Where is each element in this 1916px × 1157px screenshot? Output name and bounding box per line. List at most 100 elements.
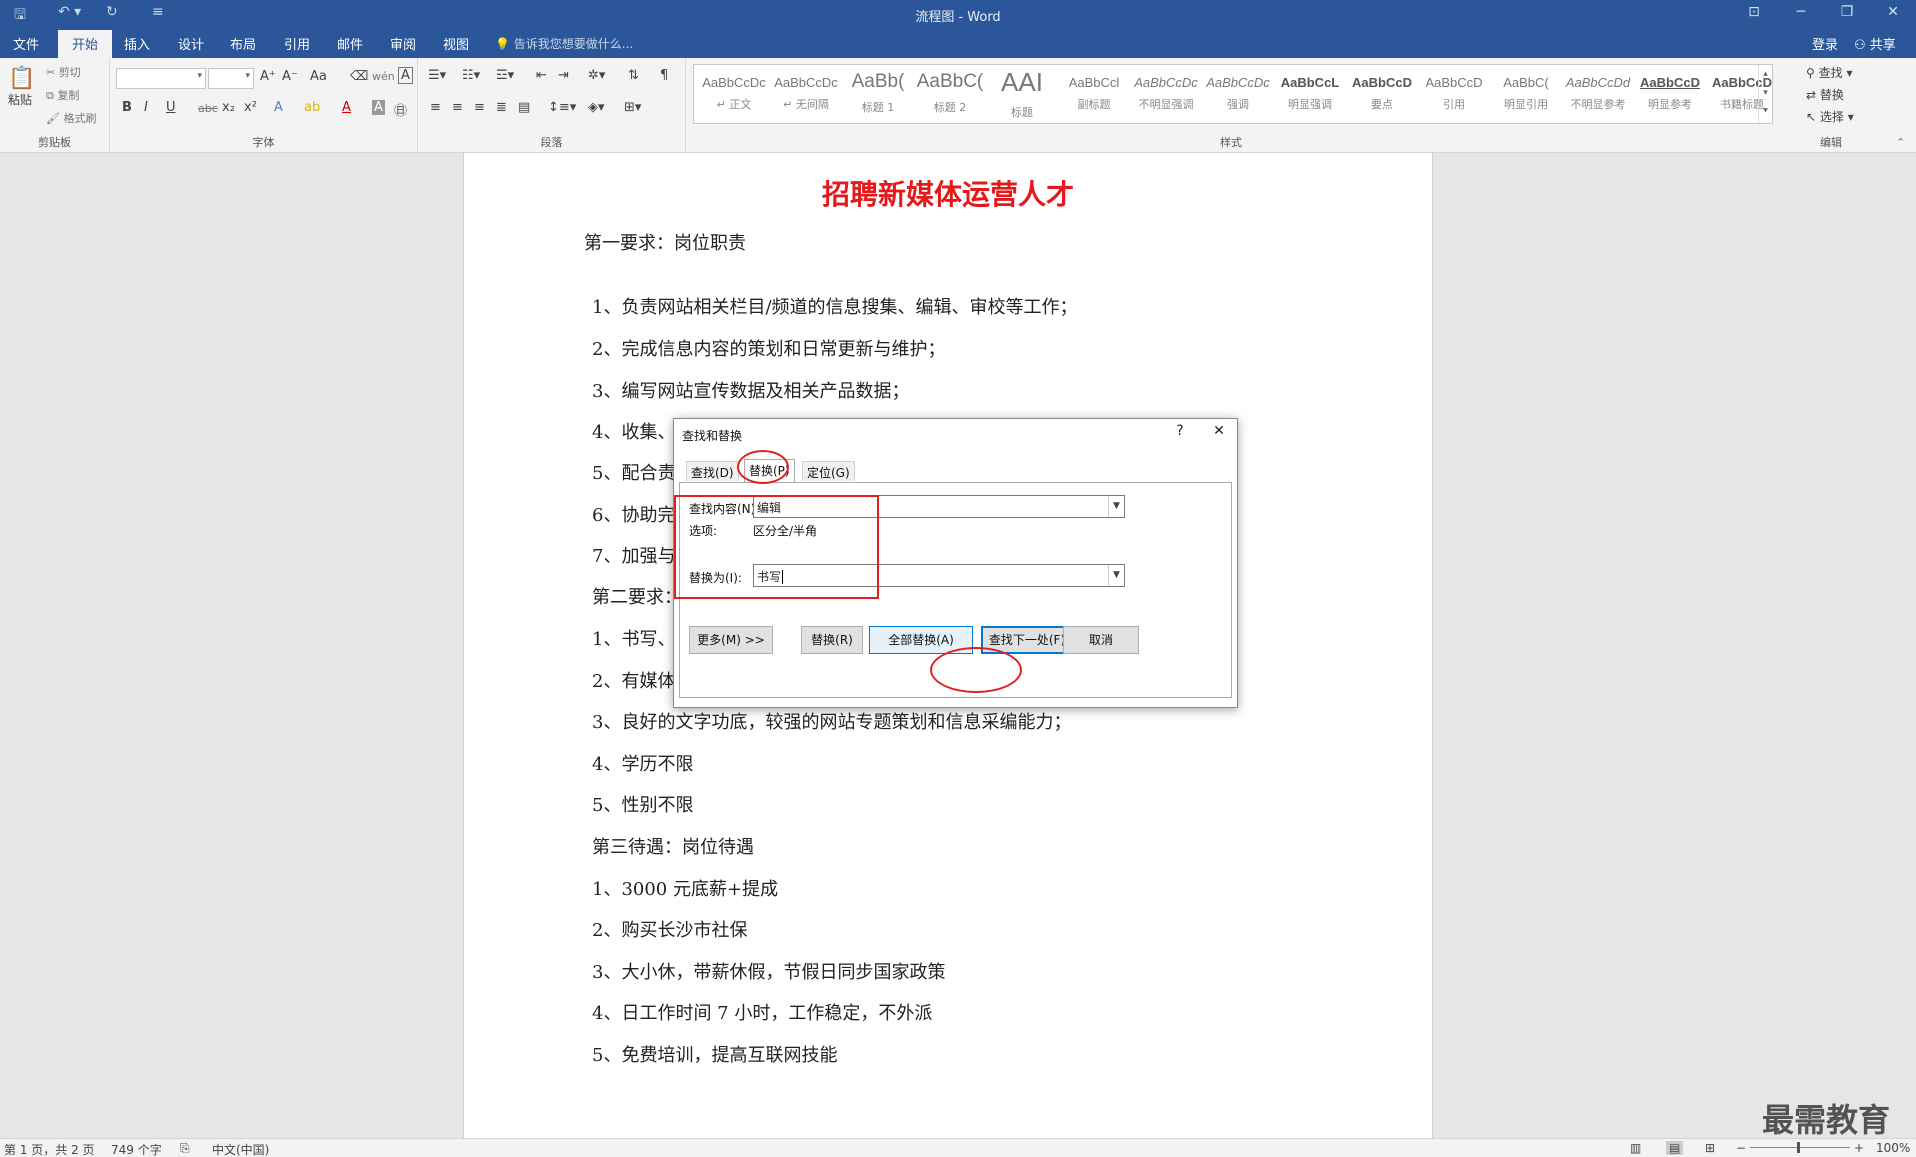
copy-button[interactable]: ⧉ 复制 <box>46 87 79 103</box>
tab-references[interactable]: 引用 <box>284 34 310 53</box>
font-name-combo[interactable]: ▾ <box>116 68 206 89</box>
subscript-button[interactable]: x₂ <box>222 100 235 115</box>
align-right-icon[interactable]: ≡ <box>474 100 485 115</box>
find-next-button[interactable]: 查找下一处(F) <box>981 626 1073 654</box>
sort-icon[interactable]: ⇅ <box>628 68 639 83</box>
style-gallery-item[interactable]: AaBbC(明显引用 <box>1490 67 1562 123</box>
increase-indent-icon[interactable]: ⇥ <box>558 68 569 83</box>
zoom-out-icon[interactable]: − <box>1736 1141 1746 1155</box>
multilevel-list-icon[interactable]: ☲▾ <box>496 68 514 83</box>
superscript-button[interactable]: x² <box>244 100 257 115</box>
ribbon-display-icon[interactable]: ⊡ <box>1739 4 1769 20</box>
replace-button[interactable]: ⇄ 替换 <box>1806 86 1844 103</box>
word-count[interactable]: 749 个字 <box>111 1141 162 1157</box>
find-button[interactable]: ⚲ 查找 ▾ <box>1806 64 1852 81</box>
justify-icon[interactable]: ≣ <box>496 100 507 115</box>
style-gallery-item[interactable]: AaBb(标题 1 <box>842 67 914 123</box>
tab-review[interactable]: 审阅 <box>390 34 416 53</box>
replace-one-button[interactable]: 替换(R) <box>801 626 863 654</box>
replace-with-input[interactable]: 书写 ▼ <box>753 564 1125 587</box>
chevron-down-icon[interactable]: ▼ <box>1108 565 1124 586</box>
tab-replace[interactable]: 替换(P) <box>744 459 795 483</box>
tab-layout[interactable]: 布局 <box>230 34 256 53</box>
phonetic-button[interactable]: wén <box>372 70 395 83</box>
style-gallery-item[interactable]: AaBbCcL 明显强调 <box>1274 67 1346 123</box>
print-layout-icon[interactable]: ▤ <box>1666 1141 1684 1155</box>
style-gallery-item[interactable]: AaBbCcDc 强调 <box>1202 67 1274 123</box>
proofing-icon[interactable]: ⎘ <box>180 1141 190 1156</box>
style-gallery-item[interactable]: AaBbC(标题 2 <box>914 67 986 123</box>
help-icon[interactable]: ? <box>1168 423 1192 439</box>
format-painter-button[interactable]: 🖌 格式刷 <box>46 110 96 126</box>
style-gallery-item[interactable]: AaBbCcD 引用 <box>1418 67 1490 123</box>
zoom-slider-thumb[interactable] <box>1797 1142 1800 1153</box>
dialog-close-icon[interactable]: ✕ <box>1207 423 1231 439</box>
underline-button[interactable]: U <box>166 100 176 115</box>
distributed-icon[interactable]: ▤ <box>518 100 530 115</box>
language-status[interactable]: 中文(中国) <box>212 1141 269 1157</box>
chevron-down-icon[interactable]: ▼ <box>1108 496 1124 517</box>
gallery-scroll-icon[interactable]: ▴ ▾ ⯆ <box>1758 65 1772 123</box>
tab-view[interactable]: 视图 <box>443 34 469 53</box>
italic-button[interactable]: I <box>144 100 148 115</box>
text-effects-icon[interactable]: A <box>274 100 283 115</box>
zoom-in-icon[interactable]: + <box>1854 1141 1864 1155</box>
style-gallery-item[interactable]: AAI 标题 <box>986 67 1058 123</box>
show-marks-icon[interactable]: ¶ <box>660 68 668 83</box>
style-gallery-item[interactable]: AaBbCcDc ↵ 正文 <box>698 67 770 123</box>
style-gallery-item[interactable]: AaBbCcD 要点 <box>1346 67 1418 123</box>
shrink-font-button[interactable]: A⁻ <box>282 69 298 84</box>
close-window-icon[interactable]: ✕ <box>1878 4 1908 20</box>
numbering-icon[interactable]: ☷▾ <box>462 68 480 83</box>
style-gallery-item[interactable]: AaBbCcD 明显参考 <box>1634 67 1706 123</box>
style-gallery-item[interactable]: AaBbCcDd 不明显参考 <box>1562 67 1634 123</box>
style-gallery-item[interactable]: AaBbCcl 副标题 <box>1058 67 1130 123</box>
tab-file[interactable]: 文件 <box>13 34 39 53</box>
font-color-button[interactable]: A <box>342 100 351 115</box>
borders-icon[interactable]: ⊞▾ <box>624 100 641 115</box>
paste-button[interactable]: 📋 粘贴 <box>8 66 35 108</box>
font-size-combo[interactable]: ▾ <box>208 68 254 89</box>
highlight-icon[interactable]: ab <box>304 100 320 115</box>
find-what-input[interactable]: 编辑 ▼ <box>753 495 1125 518</box>
enclose-char-icon[interactable]: ㊐ <box>394 100 407 119</box>
grow-font-button[interactable]: A⁺ <box>260 69 276 84</box>
minimize-icon[interactable]: ─ <box>1786 4 1816 20</box>
bullets-icon[interactable]: ☰▾ <box>428 68 446 83</box>
restore-icon[interactable]: ❐ <box>1832 4 1862 20</box>
web-layout-icon[interactable]: ⊞ <box>1705 1141 1715 1155</box>
tell-me-box[interactable]: 💡 告诉我您想要做什么... <box>495 35 633 52</box>
collapse-ribbon-icon[interactable]: ⌃ <box>1896 136 1905 149</box>
select-button[interactable]: ↖ 选择 ▾ <box>1806 108 1854 125</box>
replace-all-button[interactable]: 全部替换(A) <box>869 626 973 654</box>
shading-icon[interactable]: ◈▾ <box>588 100 605 115</box>
cancel-button[interactable]: 取消 <box>1063 626 1139 654</box>
line-spacing-icon[interactable]: ↕≡▾ <box>548 100 576 115</box>
asian-layout-icon[interactable]: ✲▾ <box>588 68 605 83</box>
style-gallery-item[interactable]: AaBbCcDc ↵ 无间隔 <box>770 67 842 123</box>
login-link[interactable]: 登录 <box>1812 34 1838 53</box>
align-center-icon[interactable]: ≡ <box>452 100 463 115</box>
bold-button[interactable]: B <box>122 100 132 115</box>
zoom-level[interactable]: 100% <box>1876 1141 1910 1155</box>
tab-insert[interactable]: 插入 <box>124 34 150 53</box>
tab-find[interactable]: 查找(D) <box>686 461 739 481</box>
tab-goto[interactable]: 定位(G) <box>802 461 855 481</box>
tab-home[interactable]: 开始 <box>58 30 113 58</box>
align-left-icon[interactable]: ≡ <box>430 100 441 115</box>
more-button[interactable]: 更多(M) >> <box>689 626 773 654</box>
page-count[interactable]: 第 1 页，共 2 页 <box>4 1141 95 1157</box>
char-shading-icon[interactable]: A <box>372 100 385 115</box>
style-gallery-item[interactable]: AaBbCcDc 不明显强调 <box>1130 67 1202 123</box>
char-border-icon[interactable]: A <box>398 67 413 84</box>
tab-mailings[interactable]: 邮件 <box>337 34 363 53</box>
change-case-button[interactable]: Aa <box>310 69 327 84</box>
strikethrough-button[interactable]: abc <box>198 102 218 115</box>
read-mode-icon[interactable]: ▥ <box>1630 1141 1641 1155</box>
decrease-indent-icon[interactable]: ⇤ <box>536 68 547 83</box>
cut-button[interactable]: ✂ 剪切 <box>46 64 81 80</box>
tab-design[interactable]: 设计 <box>178 34 204 53</box>
share-button[interactable]: ⚇ 共享 <box>1854 34 1896 53</box>
clear-format-icon[interactable]: ⌫ <box>350 69 368 84</box>
zoom-slider[interactable] <box>1750 1147 1850 1148</box>
